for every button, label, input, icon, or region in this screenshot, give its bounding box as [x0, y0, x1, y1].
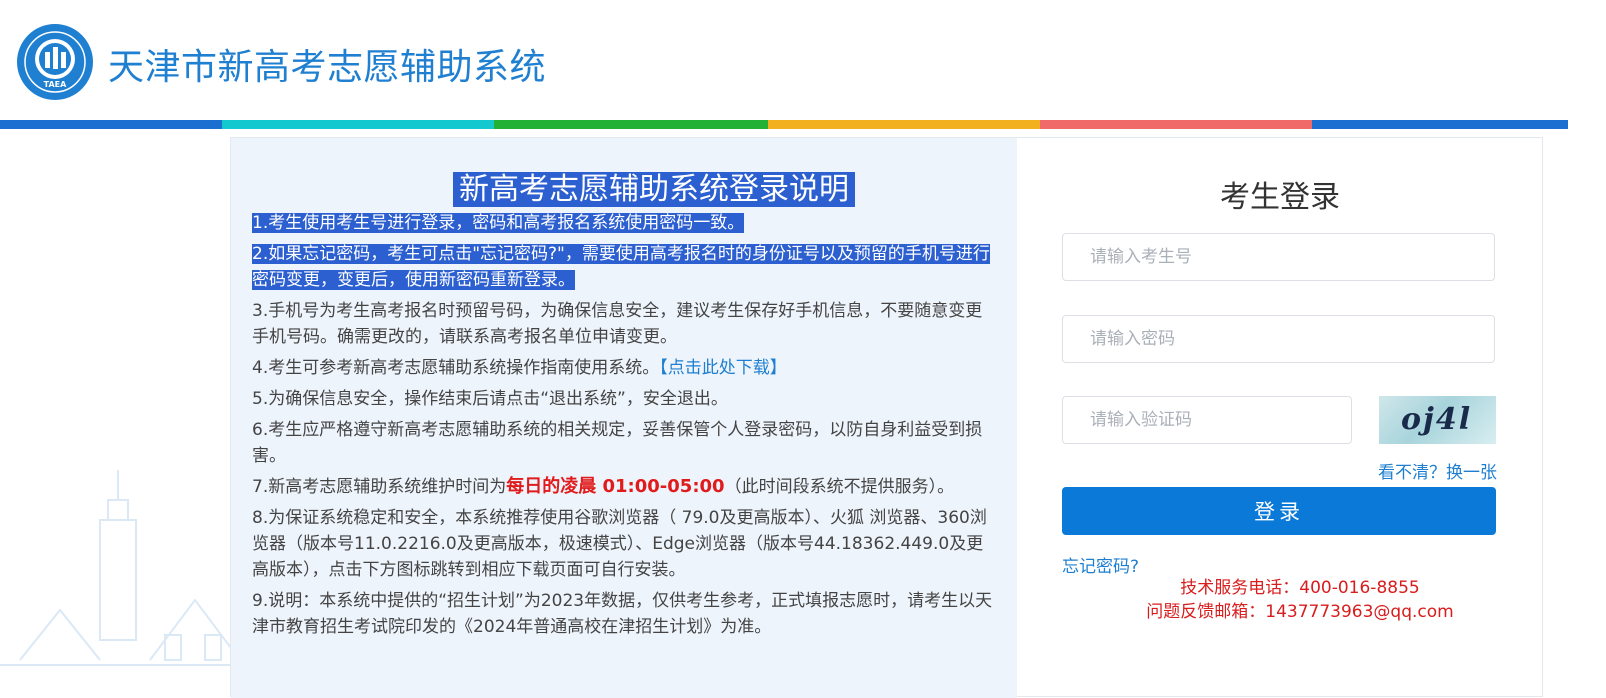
notice-title: 新高考志愿辅助系统登录说明 — [453, 172, 855, 207]
login-title: 考生登录 — [1220, 180, 1340, 215]
notice-item-7: 7.新高考志愿辅助系统维护时间为每日的凌晨 01:00-05:00（此时间段系统… — [252, 476, 955, 497]
support-phone: 技术服务电话：400-016-8855 — [1180, 578, 1420, 598]
color-stripe — [0, 120, 1568, 129]
logo-text: TAEA — [44, 80, 67, 89]
taea-logo-icon: TAEA — [17, 24, 93, 100]
notice-item-9: 9.说明：本系统中提供的“招生计划”为2023年数据，仅供考生参考，正式填报志愿… — [252, 591, 993, 637]
captcha-image[interactable]: oj4l — [1379, 396, 1496, 444]
support-info: 技术服务电话：400-016-8855 问题反馈邮箱：1437773963@qq… — [1018, 576, 1582, 624]
captcha-input[interactable] — [1062, 396, 1352, 444]
site-header: TAEA 天津市新高考志愿辅助系统 — [0, 0, 1568, 120]
notice-item-8: 8.为保证系统稳定和安全，本系统推荐使用谷歌浏览器（ 79.0及更高版本）、火狐… — [252, 508, 987, 580]
login-panel: 考生登录 oj4l 看不清？换一张 登录 忘记密码? 技术服务电话：400-01… — [1018, 138, 1542, 698]
download-guide-link[interactable]: 【点击此处下载】 — [659, 358, 787, 378]
notice-item-2: 2.如果忘记密码，考生可点击"忘记密码?"，需要使用高考报名时的身份证号以及预留… — [252, 244, 990, 290]
notice-panel: 新高考志愿辅助系统登录说明 1.考生使用考生号进行登录，密码和高考报名系统使用密… — [231, 138, 1017, 698]
notice-item-4: 4.考生可参考新高考志愿辅助系统操作指南使用系统。【点击此处下载】 — [252, 358, 787, 378]
background-building-decoration — [0, 470, 240, 666]
refresh-captcha-link[interactable]: 看不清？换一张 — [1378, 458, 1497, 483]
site-title: 天津市新高考志愿辅助系统 — [108, 47, 547, 88]
notice-item-6: 6.考生应严格遵守新高考志愿辅助系统的相关规定，妥善保管个人登录密码，以防自身利… — [252, 420, 983, 466]
forgot-password-link[interactable]: 忘记密码? — [1062, 552, 1139, 577]
notice-item-3: 3.手机号为考生高考报名时预留号码，为确保信息安全，建议考生保存好手机信息，不要… — [252, 301, 983, 347]
notice-item-1: 1.考生使用考生号进行登录，密码和高考报名系统使用密码一致。 — [252, 213, 745, 233]
captcha-code: oj4l — [1401, 402, 1473, 437]
notice-item-5: 5.为确保信息安全，操作结束后请点击“退出系统”，安全退出。 — [252, 389, 728, 409]
maintenance-time: 每日的凌晨 01:00-05:00 — [506, 476, 725, 497]
support-email: 问题反馈邮箱：1437773963@qq.com — [1146, 602, 1454, 622]
password-input[interactable] — [1062, 315, 1495, 363]
candidate-number-input[interactable] — [1062, 233, 1495, 281]
login-button[interactable]: 登录 — [1062, 487, 1496, 535]
notice-list: 1.考生使用考生号进行登录，密码和高考报名系统使用密码一致。 2.如果忘记密码，… — [252, 210, 997, 645]
